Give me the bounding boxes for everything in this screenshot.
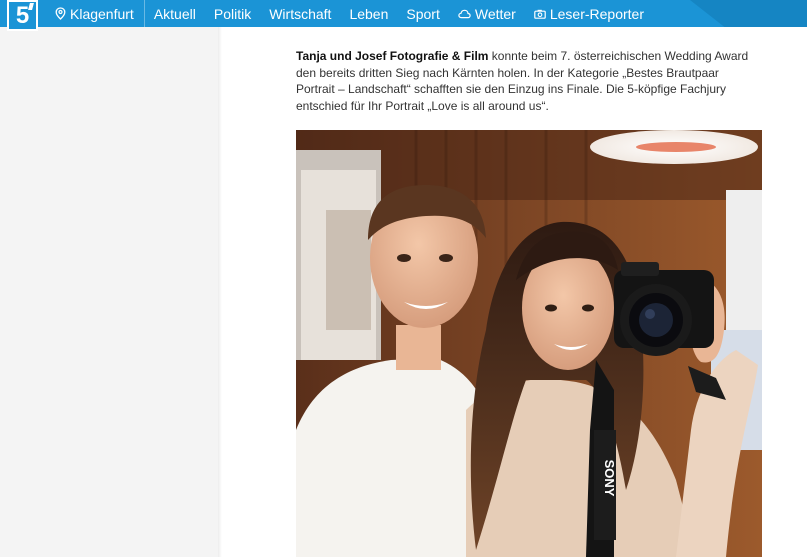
- nav-item-leben[interactable]: Leben: [340, 0, 397, 27]
- nav-item-politik[interactable]: Politik: [205, 0, 260, 27]
- nav-item-wirtschaft[interactable]: Wirtschaft: [260, 0, 340, 27]
- nav-item-label: Leben: [349, 5, 389, 22]
- left-sidebar: [0, 27, 218, 557]
- nav-decorative-stripe: [690, 0, 807, 27]
- nav-item-label: Sport: [406, 5, 440, 22]
- camera-icon: [534, 9, 546, 19]
- nav-item-sport[interactable]: Sport: [397, 0, 448, 27]
- map-pin-icon: [55, 7, 66, 20]
- article-lead-bold: Tanja und Josef Fotografie & Film: [296, 49, 489, 63]
- nav-location-klagenfurt[interactable]: Klagenfurt: [46, 0, 145, 27]
- main-nav: Klagenfurt Aktuell Politik Wirtschaft Le…: [46, 0, 653, 27]
- nav-item-wetter[interactable]: Wetter: [449, 0, 525, 27]
- nav-item-label: Politik: [213, 5, 252, 22]
- cloud-icon: [458, 9, 471, 18]
- nav-item-leser-reporter[interactable]: Leser-Reporter: [525, 0, 653, 27]
- nav-item-label: Leser-Reporter: [549, 5, 644, 22]
- sidebar-shadow: [218, 27, 222, 557]
- article-paragraph: Tanja und Josef Fotografie & Film konnte…: [296, 48, 758, 114]
- camera-strap-text: SONY: [602, 460, 617, 497]
- nav-item-label: Wetter: [474, 5, 516, 22]
- logo-accent-mark: [28, 3, 34, 10]
- couple-with-camera-photo: SONY: [296, 130, 762, 557]
- nav-location-label: Klagenfurt: [70, 5, 134, 22]
- nav-item-label: Wirtschaft: [269, 5, 332, 22]
- site-logo[interactable]: 5: [7, 0, 38, 31]
- article-photo[interactable]: SONY: [296, 130, 762, 557]
- nav-item-aktuell[interactable]: Aktuell: [145, 0, 205, 27]
- logo-text: 5: [15, 1, 30, 29]
- nav-item-label: Aktuell: [153, 5, 196, 22]
